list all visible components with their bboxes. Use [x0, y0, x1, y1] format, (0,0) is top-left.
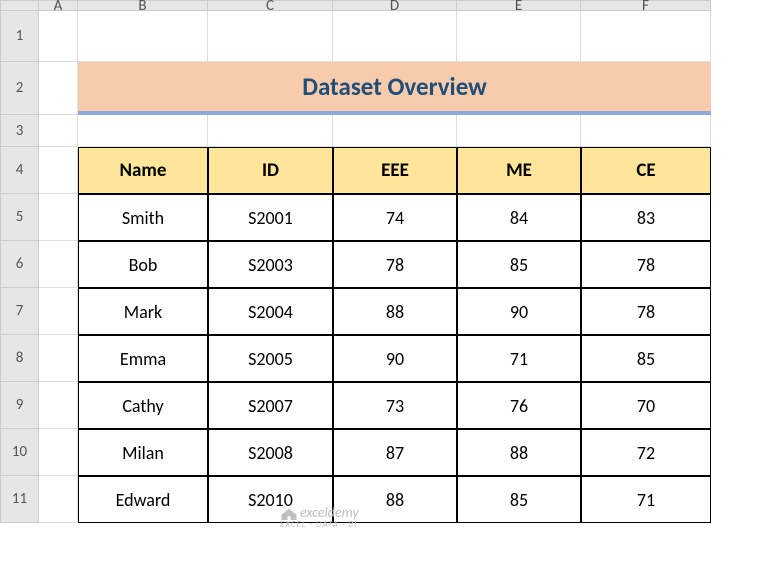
row-header-7[interactable]: 7 [0, 288, 39, 335]
row-header-4[interactable]: 4 [0, 147, 39, 194]
title-cell[interactable]: Dataset Overview [78, 62, 711, 115]
row-header-8[interactable]: 8 [0, 335, 39, 382]
cell-A9[interactable] [39, 382, 78, 429]
col-header-B[interactable]: B [78, 0, 208, 11]
cell-A5[interactable] [39, 194, 78, 241]
td[interactable]: 78 [333, 241, 457, 288]
row-header-2[interactable]: 2 [0, 62, 39, 115]
td[interactable]: Bob [78, 241, 208, 288]
col-header-A[interactable]: A [39, 0, 78, 11]
col-header-C[interactable]: C [208, 0, 333, 11]
col-header-E[interactable]: E [457, 0, 581, 11]
td[interactable]: S2003 [208, 241, 333, 288]
row-header-6[interactable]: 6 [0, 241, 39, 288]
td[interactable]: 78 [581, 241, 711, 288]
cell-A7[interactable] [39, 288, 78, 335]
row-header-9[interactable]: 9 [0, 382, 39, 429]
td[interactable]: 84 [457, 194, 581, 241]
td[interactable]: S2004 [208, 288, 333, 335]
td[interactable]: 88 [333, 476, 457, 523]
cell-C1[interactable] [208, 11, 333, 62]
td[interactable]: 72 [581, 429, 711, 476]
td[interactable]: 74 [333, 194, 457, 241]
td[interactable]: 87 [333, 429, 457, 476]
td[interactable]: Milan [78, 429, 208, 476]
cell-F3[interactable] [581, 115, 711, 147]
td[interactable]: 78 [581, 288, 711, 335]
td[interactable]: 83 [581, 194, 711, 241]
td[interactable]: Cathy [78, 382, 208, 429]
row-header-10[interactable]: 10 [0, 429, 39, 476]
cell-A8[interactable] [39, 335, 78, 382]
td[interactable]: 85 [457, 241, 581, 288]
cell-A2[interactable] [39, 62, 78, 115]
td[interactable]: Smith [78, 194, 208, 241]
select-all-corner[interactable] [0, 0, 39, 11]
row-header-1[interactable]: 1 [0, 11, 39, 62]
row-header-11[interactable]: 11 [0, 476, 39, 523]
cell-A11[interactable] [39, 476, 78, 523]
td[interactable]: 90 [457, 288, 581, 335]
td[interactable]: Mark [78, 288, 208, 335]
cell-A6[interactable] [39, 241, 78, 288]
col-header-F[interactable]: F [581, 0, 711, 11]
th-ce[interactable]: CE [581, 147, 711, 194]
col-header-D[interactable]: D [333, 0, 457, 11]
td[interactable]: 90 [333, 335, 457, 382]
cell-F1[interactable] [581, 11, 711, 62]
td[interactable]: 88 [457, 429, 581, 476]
cell-C3[interactable] [208, 115, 333, 147]
td[interactable]: 76 [457, 382, 581, 429]
td[interactable]: 88 [333, 288, 457, 335]
cell-A4[interactable] [39, 147, 78, 194]
cell-B3[interactable] [78, 115, 208, 147]
cell-A1[interactable] [39, 11, 78, 62]
row-header-5[interactable]: 5 [0, 194, 39, 241]
td[interactable]: 71 [457, 335, 581, 382]
cell-E1[interactable] [457, 11, 581, 62]
td[interactable]: 73 [333, 382, 457, 429]
td[interactable]: S2010 [208, 476, 333, 523]
cell-D1[interactable] [333, 11, 457, 62]
td[interactable]: 85 [581, 335, 711, 382]
cell-A3[interactable] [39, 115, 78, 147]
td[interactable]: Emma [78, 335, 208, 382]
row-header-3[interactable]: 3 [0, 115, 39, 147]
spreadsheet-grid: A B C D E F 1 2 3 4 5 6 7 8 9 10 11 Data… [0, 0, 768, 523]
th-name[interactable]: Name [78, 147, 208, 194]
th-eee[interactable]: EEE [333, 147, 457, 194]
td[interactable]: S2007 [208, 382, 333, 429]
td[interactable]: Edward [78, 476, 208, 523]
th-me[interactable]: ME [457, 147, 581, 194]
td[interactable]: S2005 [208, 335, 333, 382]
td[interactable]: S2001 [208, 194, 333, 241]
th-id[interactable]: ID [208, 147, 333, 194]
cell-B1[interactable] [78, 11, 208, 62]
cell-D3[interactable] [333, 115, 457, 147]
cell-E3[interactable] [457, 115, 581, 147]
cell-A10[interactable] [39, 429, 78, 476]
td[interactable]: S2008 [208, 429, 333, 476]
td[interactable]: 70 [581, 382, 711, 429]
td[interactable]: 85 [457, 476, 581, 523]
td[interactable]: 71 [581, 476, 711, 523]
